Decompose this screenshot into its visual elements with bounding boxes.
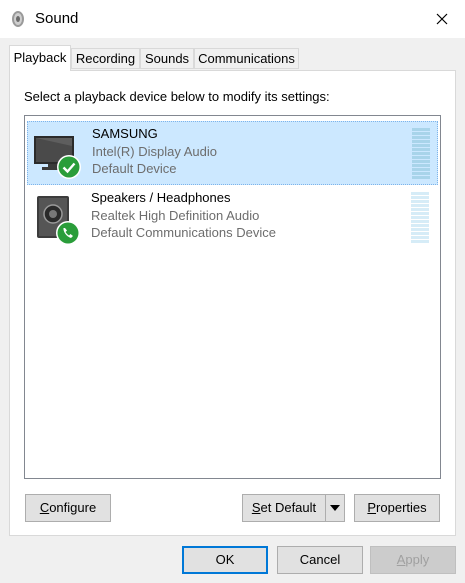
device-item-samsung[interactable]: SAMSUNG Intel(R) Display Audio Default D… [27,121,438,185]
properties-button[interactable]: Properties [354,494,440,522]
device-item-speakers[interactable]: Speakers / Headphones Realtek High Defin… [27,186,438,250]
chevron-down-icon [330,505,340,511]
device-status: Default Device [92,161,177,176]
set-default-button[interactable]: Set Default [242,494,326,522]
speaker-app-icon [12,11,24,27]
tab-label: Playback [13,50,67,65]
device-driver: Intel(R) Display Audio [92,144,217,159]
tab-label: Recording [75,51,136,66]
window-title: Sound [35,10,79,27]
device-name: Speakers / Headphones [91,190,231,205]
button-label: Cancel [299,552,341,567]
cancel-button[interactable]: Cancel [277,546,363,574]
button-label: roperties [376,500,427,515]
close-button[interactable] [418,0,465,38]
device-list[interactable]: SAMSUNG Intel(R) Display Audio Default D… [24,115,441,479]
device-name: SAMSUNG [92,126,158,141]
button-label: onfigure [49,500,97,515]
mnemonic: P [367,500,377,515]
checkmark-badge-icon [57,155,81,179]
instruction-text: Select a playback device below to modify… [24,89,330,104]
tab-communications[interactable]: Communications [194,48,299,69]
volume-level-meter [412,128,430,180]
button-label: OK [215,552,235,567]
volume-level-meter [411,192,429,244]
device-status: Default Communications Device [91,225,276,240]
set-default-dropdown-button[interactable] [325,494,345,522]
tab-label: Sounds [144,51,190,66]
mnemonic: C [39,500,50,515]
ok-button[interactable]: OK [182,546,268,574]
tab-sounds[interactable]: Sounds [140,48,194,69]
apply-button: Apply [370,546,456,574]
tab-recording[interactable]: Recording [71,48,140,69]
button-label: pply [405,552,430,567]
mnemonic: S [251,500,261,515]
configure-button[interactable]: Configure [25,494,111,522]
button-label: et Default [260,500,317,515]
phone-badge-icon [56,221,80,245]
tab-playback[interactable]: Playback [9,45,71,71]
device-driver: Realtek High Definition Audio [91,208,260,223]
title-bar: Sound [0,0,465,38]
close-icon [436,13,447,25]
tab-label: Communications [198,51,295,66]
